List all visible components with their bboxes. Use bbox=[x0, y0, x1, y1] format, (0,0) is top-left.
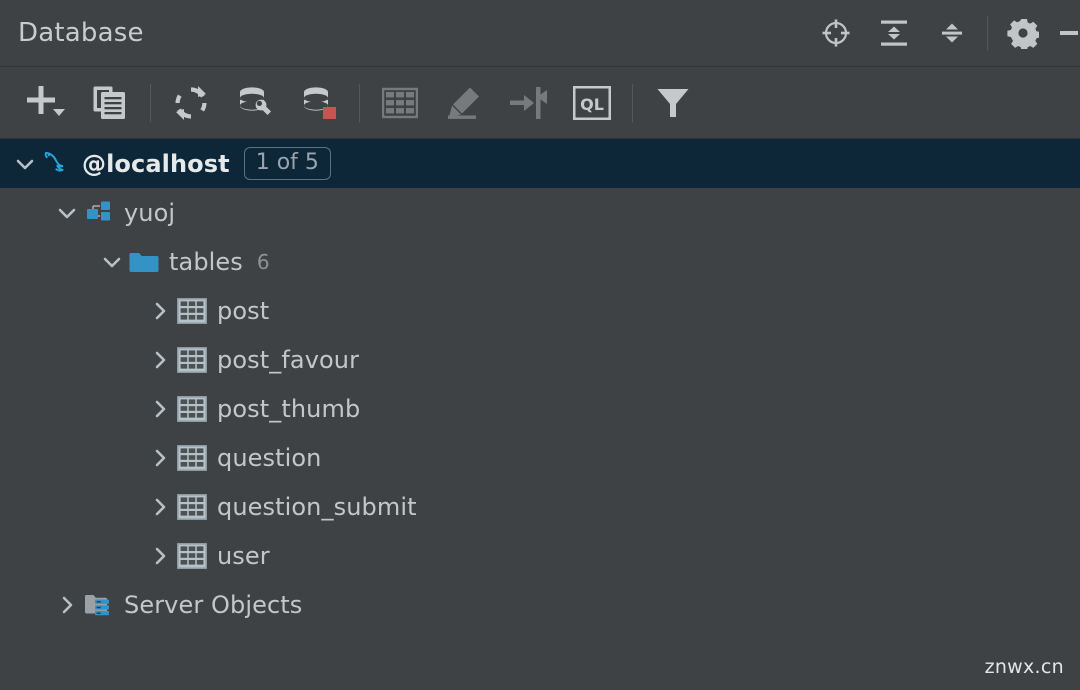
modify-button[interactable] bbox=[432, 67, 496, 139]
collapse-all-button[interactable] bbox=[923, 0, 981, 67]
tree-node-table-post[interactable]: post bbox=[0, 286, 1080, 335]
table-icon bbox=[175, 335, 209, 384]
table-grid-icon bbox=[382, 87, 418, 119]
mysql-dolphin-icon bbox=[40, 139, 74, 188]
table-icon bbox=[175, 384, 209, 433]
chevron-down-icon bbox=[58, 208, 76, 218]
expand-toggle[interactable] bbox=[52, 188, 82, 237]
expand-all-button[interactable] bbox=[865, 0, 923, 67]
tree-node-server-objects[interactable]: Server Objects bbox=[0, 580, 1080, 629]
watermark: znwx.cn bbox=[984, 656, 1064, 678]
tree-node-label: @localhost bbox=[82, 149, 230, 178]
chevron-right-icon bbox=[155, 547, 166, 564]
expand-toggle[interactable] bbox=[97, 237, 127, 286]
table-icon bbox=[175, 482, 209, 531]
tree-node-label: question_submit bbox=[217, 492, 417, 521]
settings-button[interactable] bbox=[994, 0, 1052, 67]
table-icon bbox=[175, 531, 209, 580]
tool-window-toolbar: QL bbox=[0, 67, 1080, 139]
duplicate-icon bbox=[92, 85, 128, 121]
refresh-icon bbox=[172, 84, 210, 122]
tree-node-table-question-submit[interactable]: question_submit bbox=[0, 482, 1080, 531]
schema-icon bbox=[82, 188, 116, 237]
database-tools-button[interactable] bbox=[223, 67, 287, 139]
toolbar-separator-1 bbox=[150, 83, 151, 122]
database-tree[interactable]: @localhost 1 of 5 yuoj tables 6 post pos… bbox=[0, 139, 1080, 690]
expand-toggle[interactable] bbox=[145, 384, 175, 433]
tree-node-table-post-thumb[interactable]: post_thumb bbox=[0, 384, 1080, 433]
edit-pencil-icon bbox=[446, 86, 482, 120]
minimize-button[interactable] bbox=[1052, 0, 1080, 67]
filter-icon bbox=[656, 86, 690, 120]
tree-node-table-user[interactable]: user bbox=[0, 531, 1080, 580]
tree-node-label: post_favour bbox=[217, 345, 360, 374]
table-icon bbox=[175, 286, 209, 335]
folder-icon bbox=[127, 237, 161, 286]
tree-node-table-question[interactable]: question bbox=[0, 433, 1080, 482]
minimize-icon bbox=[1052, 20, 1078, 46]
chevron-right-icon bbox=[155, 400, 166, 417]
expand-toggle[interactable] bbox=[145, 433, 175, 482]
expand-toggle[interactable] bbox=[145, 286, 175, 335]
chevron-right-icon bbox=[155, 498, 166, 515]
filter-button[interactable] bbox=[641, 67, 705, 139]
expand-toggle[interactable] bbox=[10, 139, 40, 188]
tree-node-table-post-favour[interactable]: post_favour bbox=[0, 335, 1080, 384]
header-action-bar bbox=[807, 0, 1080, 66]
tree-node-label: yuoj bbox=[124, 198, 176, 227]
table-icon bbox=[175, 433, 209, 482]
tree-node-label: Server Objects bbox=[124, 590, 303, 619]
jump-to-icon bbox=[509, 86, 547, 120]
expand-toggle[interactable] bbox=[145, 531, 175, 580]
chevron-right-icon bbox=[155, 449, 166, 466]
refresh-button[interactable] bbox=[159, 67, 223, 139]
tree-node-schema-yuoj[interactable]: yuoj bbox=[0, 188, 1080, 237]
server-objects-icon bbox=[82, 580, 116, 629]
expand-toggle[interactable] bbox=[145, 335, 175, 384]
tree-node-label: post bbox=[217, 296, 270, 325]
database-tool-window: Database QL @localhost 1 of 5 yuoj table… bbox=[0, 0, 1080, 690]
header-separator bbox=[987, 16, 988, 50]
tool-window-header: Database bbox=[0, 0, 1080, 67]
chevron-down-icon bbox=[16, 159, 34, 169]
database-badge-icon bbox=[299, 84, 339, 122]
add-button[interactable] bbox=[14, 67, 78, 139]
locate-button[interactable] bbox=[807, 0, 865, 67]
expand-all-icon bbox=[879, 18, 909, 48]
tree-node-count: 6 bbox=[256, 249, 270, 274]
expand-toggle[interactable] bbox=[52, 580, 82, 629]
jump-to-console-button[interactable] bbox=[496, 67, 560, 139]
gear-icon bbox=[1007, 17, 1039, 49]
tree-node-folder-tables[interactable]: tables 6 bbox=[0, 237, 1080, 286]
query-console-button[interactable]: QL bbox=[560, 67, 624, 139]
tree-node-label: post_thumb bbox=[217, 394, 361, 423]
collapse-all-icon bbox=[937, 18, 967, 48]
status-badge: 1 of 5 bbox=[243, 146, 331, 181]
tree-node-label: question bbox=[217, 443, 322, 472]
svg-text:QL: QL bbox=[580, 95, 604, 114]
expand-toggle[interactable] bbox=[145, 482, 175, 531]
page-title: Database bbox=[18, 18, 144, 48]
toolbar-separator-3 bbox=[632, 83, 633, 122]
table-editor-button[interactable] bbox=[368, 67, 432, 139]
locate-icon bbox=[821, 18, 851, 48]
tree-node-label: user bbox=[217, 541, 270, 570]
ql-console-icon: QL bbox=[573, 85, 611, 120]
duplicate-button[interactable] bbox=[78, 67, 142, 139]
chevron-right-icon bbox=[155, 302, 166, 319]
data-source-properties-button[interactable] bbox=[287, 67, 351, 139]
database-tools-icon bbox=[235, 84, 275, 122]
tree-node-label: tables bbox=[169, 247, 243, 276]
tree-node-data-source[interactable]: @localhost 1 of 5 bbox=[0, 139, 1080, 188]
toolbar-separator-2 bbox=[359, 83, 360, 122]
add-icon bbox=[25, 83, 67, 123]
chevron-right-icon bbox=[62, 596, 73, 613]
chevron-down-icon bbox=[103, 257, 121, 267]
chevron-right-icon bbox=[155, 351, 166, 368]
